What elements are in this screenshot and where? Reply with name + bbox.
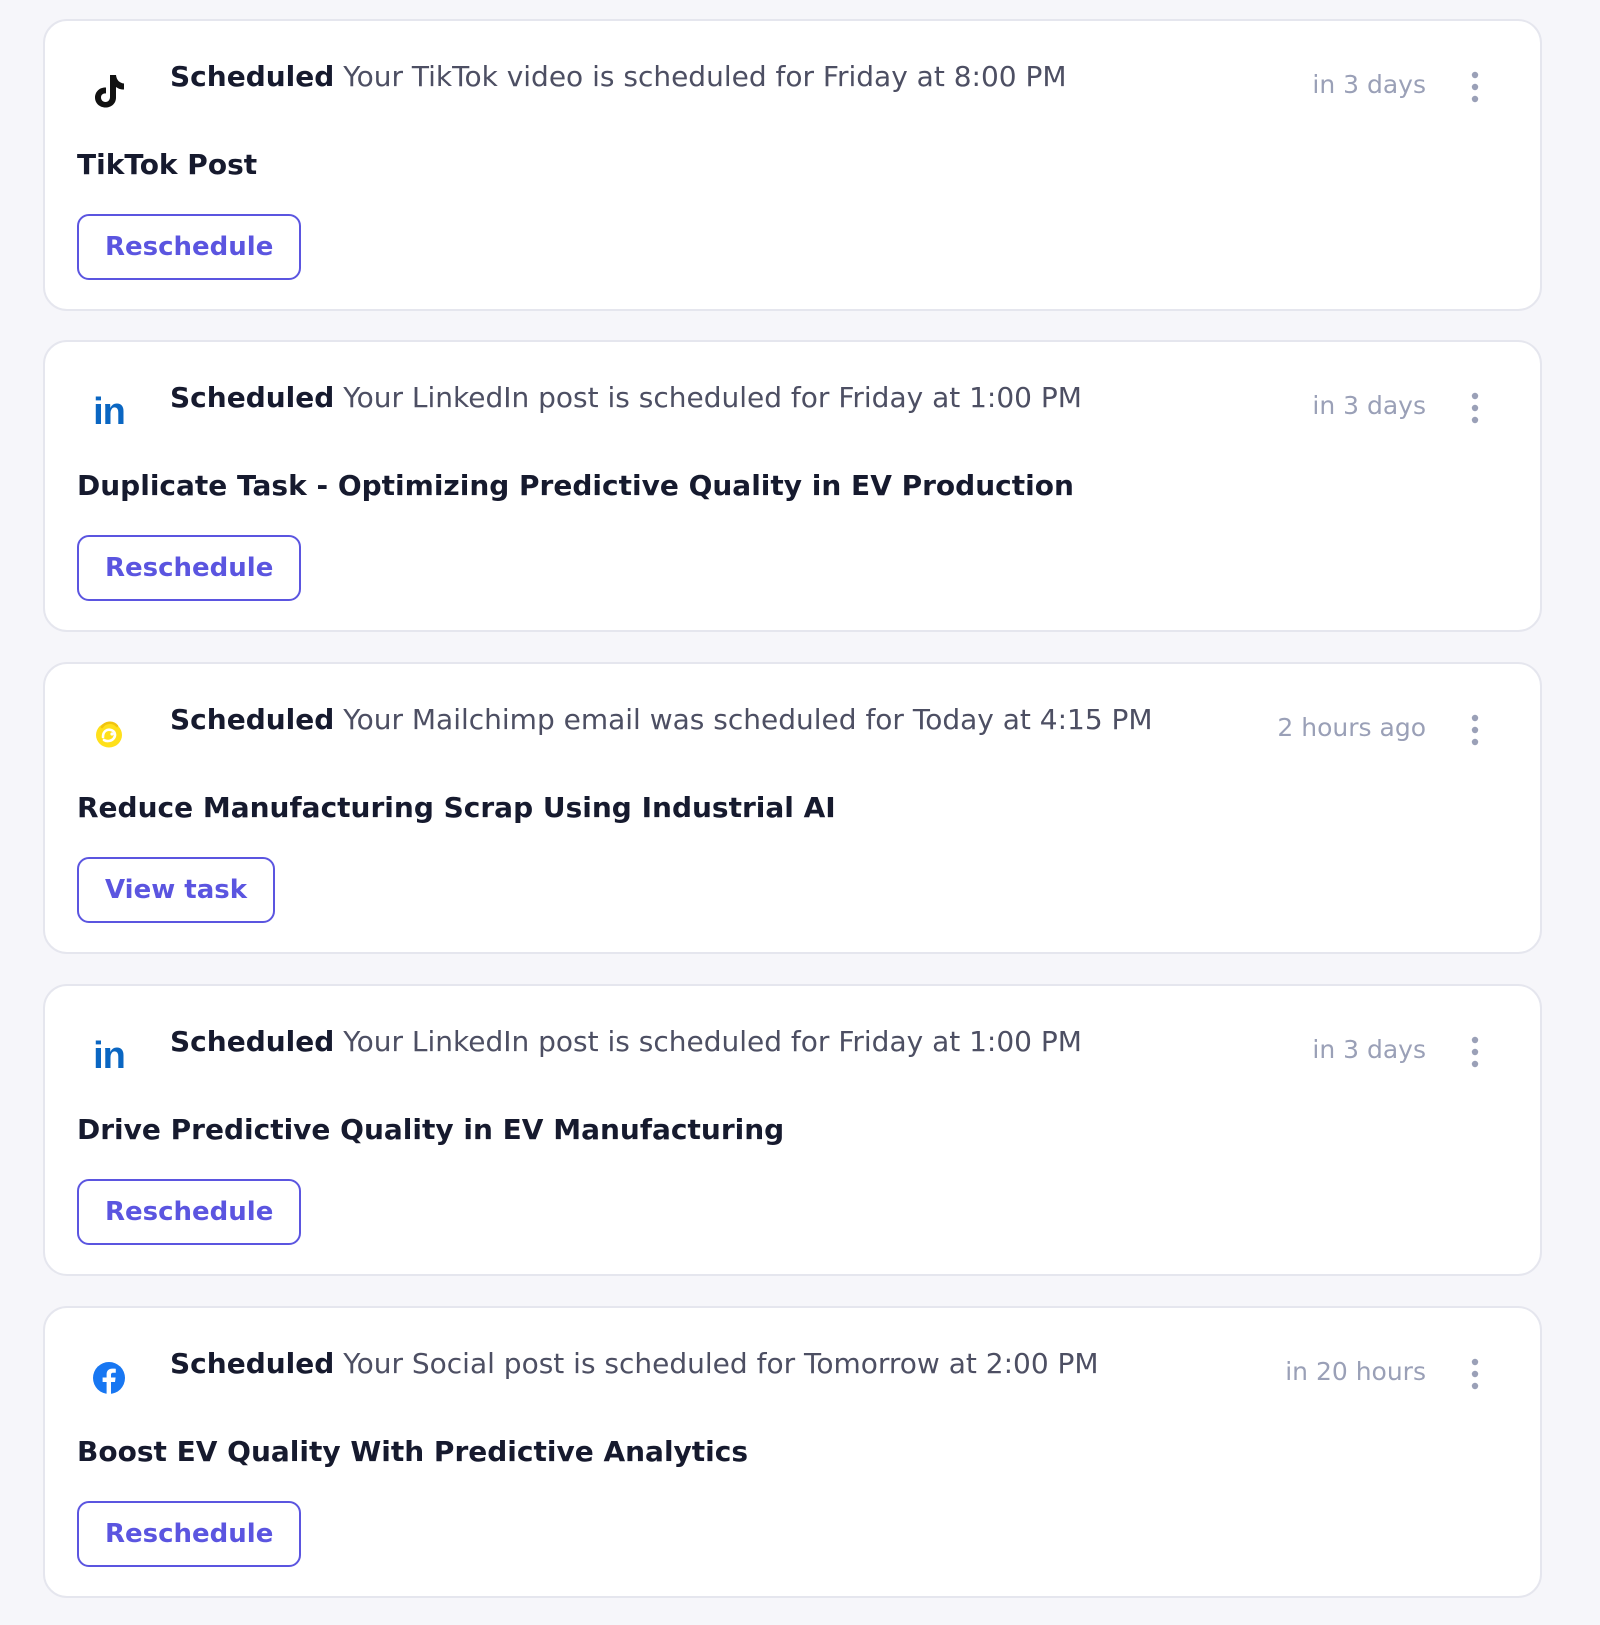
status-label: Scheduled <box>170 1347 335 1380</box>
tiktok-icon <box>87 69 131 113</box>
status-line: Scheduled Your LinkedIn post is schedule… <box>170 1022 1082 1062</box>
status-message: Your Mailchimp email was scheduled for T… <box>343 703 1153 736</box>
task-title: TikTok Post <box>77 148 258 181</box>
more-options-icon[interactable] <box>1462 390 1488 426</box>
reschedule-button[interactable]: Reschedule <box>77 1179 302 1245</box>
more-options-icon[interactable] <box>1462 69 1488 105</box>
notification-card: in Scheduled Your LinkedIn post is sched… <box>43 340 1542 632</box>
relative-time: in 20 hours <box>1285 1357 1426 1386</box>
status-label: Scheduled <box>170 60 335 93</box>
reschedule-button[interactable]: Reschedule <box>77 214 302 280</box>
more-options-icon[interactable] <box>1462 1034 1488 1070</box>
relative-time: in 3 days <box>1312 70 1426 99</box>
more-options-icon[interactable] <box>1462 712 1488 748</box>
task-title: Duplicate Task - Optimizing Predictive Q… <box>77 469 1074 502</box>
status-message: Your Social post is scheduled for Tomorr… <box>343 1347 1099 1380</box>
task-title: Reduce Manufacturing Scrap Using Industr… <box>77 791 836 824</box>
status-line: Scheduled Your LinkedIn post is schedule… <box>170 378 1082 418</box>
linkedin-icon: in <box>87 390 131 434</box>
notification-card: Scheduled Your Mailchimp email was sched… <box>43 662 1542 954</box>
notification-card: Scheduled Your TikTok video is scheduled… <box>43 19 1542 311</box>
notification-card: Scheduled Your Social post is scheduled … <box>43 1306 1542 1598</box>
notification-card: in Scheduled Your LinkedIn post is sched… <box>43 984 1542 1276</box>
linkedin-logo-text: in <box>93 390 126 433</box>
status-message: Your LinkedIn post is scheduled for Frid… <box>343 381 1082 414</box>
status-line: Scheduled Your Social post is scheduled … <box>170 1344 1099 1384</box>
status-message: Your TikTok video is scheduled for Frida… <box>343 60 1067 93</box>
mailchimp-icon <box>87 712 131 756</box>
view-task-button[interactable]: View task <box>77 857 276 923</box>
task-title: Drive Predictive Quality in EV Manufactu… <box>77 1113 785 1146</box>
status-label: Scheduled <box>170 1025 335 1058</box>
status-label: Scheduled <box>170 703 335 736</box>
relative-time: in 3 days <box>1312 391 1426 420</box>
linkedin-icon: in <box>87 1034 131 1078</box>
status-label: Scheduled <box>170 381 335 414</box>
status-message: Your LinkedIn post is scheduled for Frid… <box>343 1025 1082 1058</box>
task-title: Boost EV Quality With Predictive Analyti… <box>77 1435 749 1468</box>
reschedule-button[interactable]: Reschedule <box>77 1501 302 1567</box>
relative-time: 2 hours ago <box>1277 713 1426 742</box>
facebook-icon <box>87 1356 131 1400</box>
more-options-icon[interactable] <box>1462 1356 1488 1392</box>
status-line: Scheduled Your Mailchimp email was sched… <box>170 700 1153 740</box>
relative-time: in 3 days <box>1312 1035 1426 1064</box>
linkedin-logo-text: in <box>93 1034 126 1077</box>
status-line: Scheduled Your TikTok video is scheduled… <box>170 57 1067 97</box>
notification-feed: Scheduled Your TikTok video is scheduled… <box>0 0 1600 1625</box>
reschedule-button[interactable]: Reschedule <box>77 535 302 601</box>
